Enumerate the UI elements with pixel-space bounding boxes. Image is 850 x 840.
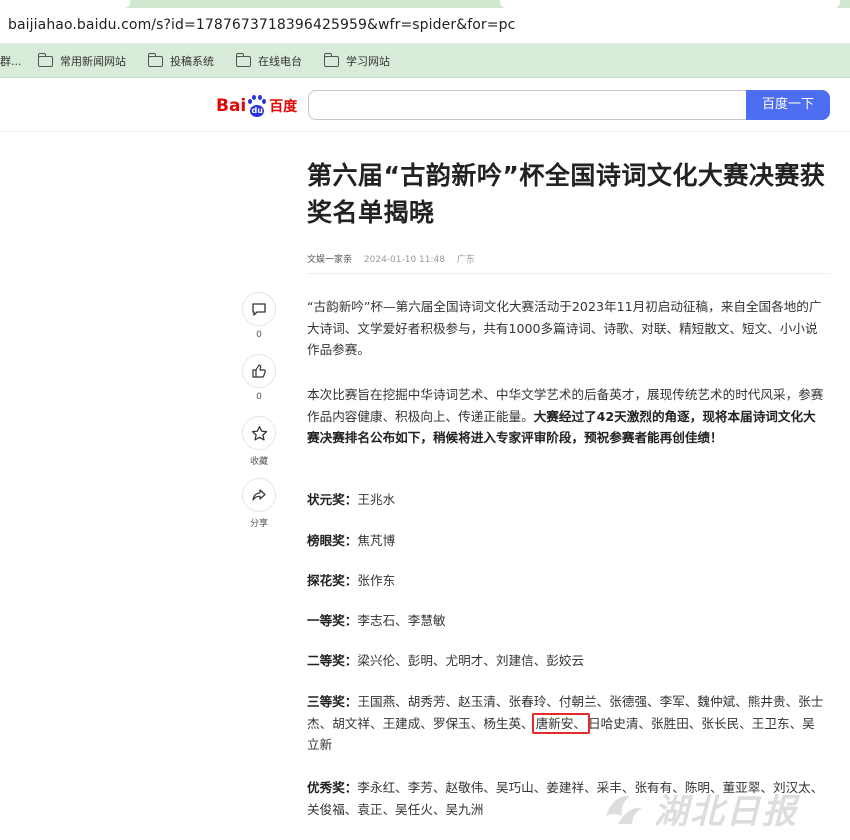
like-count: 0 (256, 392, 262, 402)
comment-action[interactable]: 0 (240, 292, 278, 340)
award-first: 一等奖：李志石、李慧敏 (307, 613, 446, 628)
article-title: 第六届“古韵新吟”杯全国诗词文化大赛决赛获奖名单揭晓 (307, 161, 826, 227)
folder-icon (147, 52, 163, 67)
tab-strip (0, 0, 850, 8)
address-bar[interactable]: baijiahao.baidu.com/s?id=178767371839642… (0, 8, 850, 44)
watermark: 湖北日报 (594, 772, 850, 840)
bookmark-folder-news[interactable]: 常用新闻网站 (37, 52, 126, 69)
award-tanhua: 探花奖：张作东 (307, 573, 396, 588)
favorite-action[interactable]: 收藏 (240, 416, 278, 467)
folder-icon (235, 52, 251, 67)
publish-location: 广东 (456, 255, 475, 265)
intro-paragraph-1: “古韵新吟”杯—第六届全国诗词文化大赛活动于2023年11月初启动征稿，来自全国… (307, 299, 822, 357)
highlighted-name: 唐新安、 (531, 712, 591, 734)
intro-paragraph-2: 本次比赛旨在挖掘中华诗词艺术、中华文学艺术的后备英才，展现传统艺术的时代风采，参… (307, 387, 824, 445)
watermark-logo-icon (606, 795, 642, 824)
award-third: 三等奖：王国燕、胡秀芳、赵玉清、张春玲、付朝兰、张德强、李军、魏仲斌、熊井贵、张… (307, 694, 824, 752)
share-action[interactable]: 分享 (240, 478, 278, 529)
folder-icon (37, 52, 53, 67)
like-action[interactable]: 0 (240, 354, 278, 402)
favorite-label: 收藏 (249, 457, 268, 467)
baidu-header: Bai du 百度 百度一下 (0, 78, 850, 132)
star-icon[interactable] (242, 416, 276, 450)
comment-icon[interactable] (242, 292, 276, 326)
article-meta: 文娱一家亲 2024-01-10 11:48 广东 (307, 252, 484, 265)
bookmarks-bar: 群... 常用新闻网站 投稿系统 在线电台 学习网站 (0, 44, 850, 78)
url-text[interactable]: baijiahao.baidu.com/s?id=178767371839642… (8, 17, 515, 33)
watermark-text: 湖北日报 (654, 792, 798, 832)
bookmark-item[interactable]: 群... (0, 53, 22, 69)
publish-date: 2024-01-10 11:48 (363, 255, 445, 265)
search-input[interactable] (308, 90, 746, 120)
bookmark-folder-study[interactable]: 学习网站 (323, 52, 390, 69)
bookmark-folder-radio[interactable]: 在线电台 (235, 52, 302, 69)
search-button[interactable]: 百度一下 (746, 90, 830, 120)
thumbs-up-icon[interactable] (242, 354, 276, 388)
baidu-logo[interactable]: Bai du 百度 (216, 94, 297, 118)
paw-icon: du (247, 95, 267, 117)
award-zhuangyuan: 状元奖：王兆水 (307, 492, 396, 507)
author-name[interactable]: 文娱一家亲 (307, 255, 352, 265)
browser-tab[interactable] (0, 0, 130, 8)
divider (307, 273, 830, 274)
browser-tab-active[interactable] (500, 0, 840, 8)
bookmark-folder-submission[interactable]: 投稿系统 (147, 52, 214, 69)
folder-icon (323, 52, 339, 67)
comment-count: 0 (256, 330, 262, 340)
share-label: 分享 (249, 519, 268, 529)
award-second: 二等奖：梁兴伦、彭明、尤明才、刘建信、彭姣云 (307, 653, 585, 668)
share-icon[interactable] (242, 478, 276, 512)
award-bangyan: 榜眼奖：焦芃博 (307, 533, 396, 548)
